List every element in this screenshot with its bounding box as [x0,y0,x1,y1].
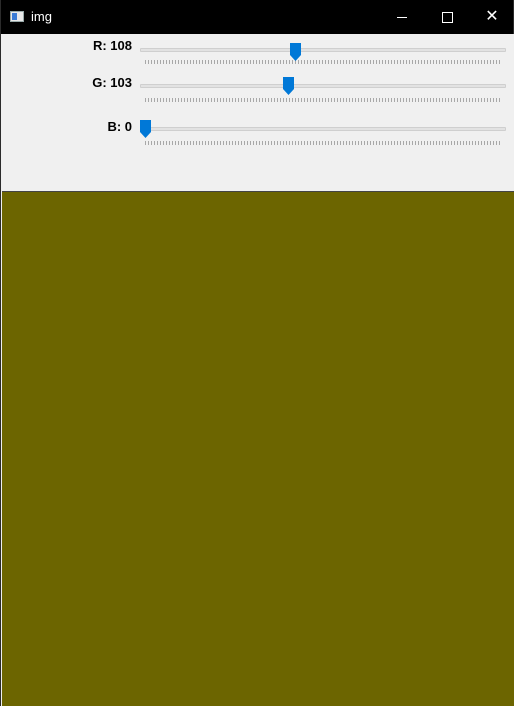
close-button[interactable]: ✕ [469,0,514,34]
app-icon [10,11,24,22]
trackbar-label-g: G: 103 [92,75,132,90]
window-title: img [31,9,52,24]
app-window: img ✕ R: 108 G: 103 B: 0 [0,0,514,706]
title-bar[interactable]: img ✕ [1,0,513,34]
minimize-button[interactable] [379,0,425,34]
slider-ticks-g [145,98,501,102]
minimize-icon [397,16,407,18]
maximize-icon [441,11,453,23]
slider-track-b[interactable] [140,127,506,131]
maximize-button[interactable] [424,0,470,34]
slider-thumb-r[interactable] [290,43,302,61]
trackbar-r: R: 108 [2,38,514,72]
close-icon: ✕ [485,8,499,25]
slider-thumb-g[interactable] [283,77,295,95]
slider-ticks-b [145,141,501,145]
slider-ticks-r [145,60,501,64]
trackbar-b: B: 0 [2,118,514,152]
trackbar-panel: R: 108 G: 103 B: 0 [2,34,514,191]
image-canvas [2,191,514,706]
slider-thumb-b[interactable] [140,120,151,138]
slider-track-r[interactable] [140,48,506,52]
slider-track-g[interactable] [140,84,506,88]
trackbar-label-b: B: 0 [107,119,132,134]
trackbar-label-r: R: 108 [92,38,132,53]
trackbar-g: G: 103 [2,74,514,108]
